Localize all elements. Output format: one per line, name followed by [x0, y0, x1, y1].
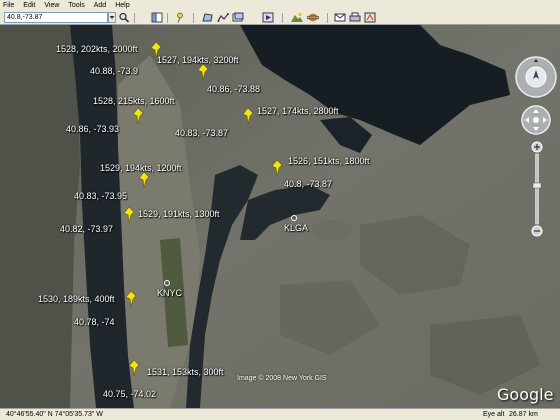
placemark-label: 1531, 153kts, 300ft	[147, 367, 224, 377]
placemark-coord-label: 40.75, -74.02	[103, 389, 157, 399]
menu-add[interactable]: Add	[94, 2, 106, 9]
toolbar-separator	[167, 13, 168, 23]
eye-altitude-label: Eye alt	[483, 411, 505, 418]
placemark-coord-label: 40.78, -74	[74, 317, 115, 327]
zoom-slider[interactable]	[530, 141, 544, 237]
placemark-coord-label: 40.86, -73.93	[66, 124, 120, 134]
placemark-label: 1528, 202kts, 2000ft	[56, 44, 138, 54]
sidebar-icon[interactable]	[151, 12, 163, 23]
overlay-icon[interactable]	[232, 12, 244, 23]
chevron-down-icon	[109, 16, 115, 19]
email-icon[interactable]	[334, 12, 346, 23]
menu-edit[interactable]: Edit	[23, 2, 35, 9]
menu-tools[interactable]: Tools	[68, 2, 84, 9]
print-icon[interactable]	[349, 12, 361, 23]
placemark-pin[interactable]	[121, 206, 137, 224]
placemark-coord-label: 40.86, -73.88	[207, 84, 261, 94]
airport-marker-knyc[interactable]	[164, 280, 170, 286]
search-dropdown-button[interactable]	[108, 12, 116, 23]
maps-icon[interactable]	[364, 12, 376, 23]
toolbar-separator	[282, 13, 283, 23]
tour-icon[interactable]	[262, 12, 274, 23]
toolbar-separator	[327, 13, 328, 23]
placemark-coord-label: 40.83, -73.95	[74, 191, 128, 201]
eye-altitude-value: 26.87 km	[509, 411, 538, 418]
placemark-label: 1527, 194kts, 3200ft	[157, 55, 239, 65]
placemark-label: 1529, 191kts, 1300ft	[138, 209, 220, 219]
placemark-pin[interactable]	[130, 107, 146, 125]
look-navigation-ring[interactable]	[514, 55, 558, 99]
placemark-label: 1526, 151kts, 1800ft	[288, 156, 370, 166]
satellite-imagery	[0, 25, 560, 408]
placemark-coord-label: 40.82, -73.97	[60, 224, 114, 234]
menu-bar: File Edit View Tools Add Help	[0, 0, 560, 11]
placemark-pin[interactable]	[136, 171, 152, 189]
pointer-coordinates: 40°46'55.40" N 74°05'35.73" W	[6, 411, 103, 418]
airport-label-klga: KLGA	[284, 223, 309, 233]
placemark-pin[interactable]	[269, 159, 285, 177]
placemark-label: 1530, 189kts, 400ft	[38, 294, 115, 304]
airport-marker-klga[interactable]	[291, 215, 297, 221]
airport-label-knyc: KNYC	[157, 288, 183, 298]
placemark-icon[interactable]	[174, 12, 186, 23]
status-bar: 40°46'55.40" N 74°05'35.73" W Eye alt 26…	[0, 408, 560, 420]
toolbar-separator	[134, 13, 135, 23]
search-icon[interactable]	[118, 12, 130, 23]
placemark-label: 1527, 174kts, 2800ft	[257, 106, 339, 116]
placemark-coord-label: 40.8, -73.87	[284, 179, 333, 189]
map-view[interactable]: 1528, 202kts, 2000ft 40.88, -73.9 1527, …	[0, 25, 560, 408]
placemark-label: 1528, 215kts, 1600ft	[93, 96, 175, 106]
search-input[interactable]: 40.8,-73.87	[4, 12, 108, 23]
path-icon[interactable]	[217, 12, 229, 23]
image-credit: Image © 2008 New York GIS	[237, 375, 327, 382]
placemark-pin[interactable]	[123, 290, 139, 308]
placemark-label: 1529, 194kts, 1200ft	[100, 163, 182, 173]
polygon-icon[interactable]	[202, 12, 214, 23]
placemark-pin[interactable]	[240, 107, 256, 125]
menu-file[interactable]: File	[3, 2, 14, 9]
google-logo: Google	[497, 385, 554, 404]
menu-view[interactable]: View	[44, 2, 59, 9]
menu-help[interactable]: Help	[115, 2, 129, 9]
placemark-coord-label: 40.88, -73.9	[90, 66, 139, 76]
move-navigation-ring[interactable]	[520, 104, 552, 136]
sky-icon[interactable]	[291, 12, 303, 23]
toolbar-separator	[193, 13, 194, 23]
placemark-pin[interactable]	[195, 63, 211, 81]
placemark-coord-label: 40.83, -73.87	[175, 128, 229, 138]
planet-icon[interactable]	[307, 12, 319, 23]
placemark-pin[interactable]	[126, 359, 142, 377]
toolbar: 40.8,-73.87	[0, 11, 560, 25]
